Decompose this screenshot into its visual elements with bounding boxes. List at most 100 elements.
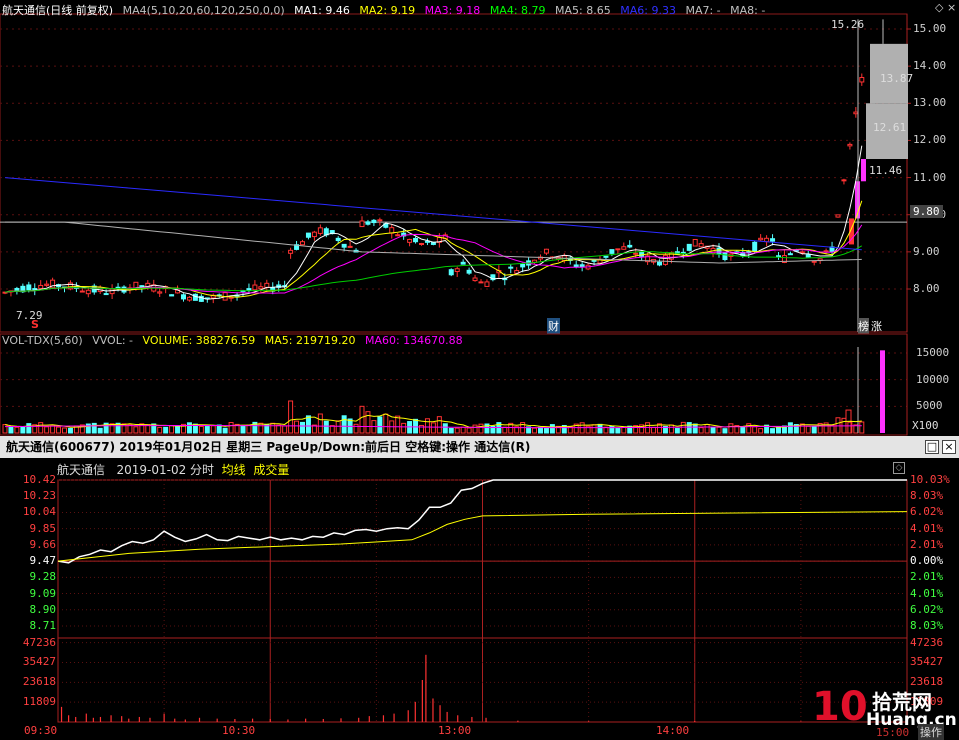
volume-bar	[329, 425, 335, 434]
candle-body	[252, 284, 258, 291]
candle-body	[38, 284, 44, 289]
kline-y-tick: 15.00	[913, 22, 947, 35]
kline-y-tick: 8.00	[913, 282, 940, 295]
volume-bar	[740, 425, 746, 434]
operate-label[interactable]: 操作	[918, 724, 944, 740]
candle-body	[615, 248, 621, 251]
kline-chart[interactable]	[0, 0, 959, 333]
candle-body	[758, 237, 764, 241]
candle-body	[14, 287, 20, 291]
volume-bar	[621, 426, 627, 434]
ma6-line	[4, 177, 862, 251]
intraday-settings-icon[interactable]: ◇	[893, 462, 905, 474]
candle-body	[692, 238, 698, 247]
volume-bar	[478, 423, 484, 434]
ma1-label: MA1: 9.46	[294, 4, 350, 17]
volume-bar	[448, 427, 454, 434]
maximize-button[interactable]: □	[925, 440, 939, 454]
volume-bar	[686, 422, 692, 434]
intraday-pct-tick: 0.00%	[910, 554, 944, 568]
candle-body	[460, 261, 466, 265]
intraday-pct-tick: 6.02%	[910, 505, 944, 519]
candle-body	[26, 284, 32, 291]
intraday-date: 2019-01-02 分时	[116, 463, 215, 477]
volume-bar	[722, 428, 728, 434]
volume-bar	[597, 423, 603, 434]
ma7-label: MA7: -	[685, 4, 721, 17]
intraday-pct-tick: 10.03%	[910, 473, 950, 486]
candle-body	[472, 277, 478, 282]
volume-bar	[270, 422, 276, 434]
candle-body	[859, 77, 865, 83]
volume-bar	[615, 427, 621, 434]
annotation-1261: 12.61	[873, 121, 907, 134]
intraday-pct-tick: 4.01%	[910, 586, 944, 600]
candle-body	[305, 232, 311, 238]
volume-bar	[186, 422, 192, 434]
volume-bar	[300, 421, 305, 434]
volume-bar	[538, 426, 543, 434]
ma4-label: MA4: 8.79	[489, 4, 546, 17]
kline-y-tick: 12.00	[913, 133, 947, 147]
ma5-label: MA5: 8.65	[555, 4, 611, 17]
volume-bar	[543, 427, 549, 434]
volume-bar	[549, 424, 555, 434]
volume-toggle-label[interactable]: 成交量	[253, 463, 289, 477]
volume-chart[interactable]	[0, 333, 959, 437]
close-button[interactable]: ×	[942, 440, 956, 454]
ma8-label: MA8: -	[730, 4, 766, 17]
high-price-label: 15.26	[831, 18, 865, 31]
candle-body	[181, 294, 186, 300]
marker-cai: 财	[547, 318, 560, 334]
candle-body	[311, 231, 317, 238]
intraday-vol-tick-right: 47236	[910, 635, 944, 649]
kline-y-tick: 11.00	[913, 170, 947, 184]
volume-bar	[454, 427, 460, 434]
candle-body	[770, 238, 776, 242]
volume-bar	[395, 415, 401, 434]
candle-body	[847, 143, 853, 147]
candle-body	[466, 269, 472, 274]
candle-body	[377, 219, 383, 222]
volume-bar	[91, 422, 97, 434]
volume-bar	[710, 426, 716, 434]
kline-y-tick: 14.00	[913, 59, 947, 73]
volume-bar	[466, 427, 472, 434]
kline-legend: 航天通信(日线 前复权) MA4(5,10,20,60,120,250,0,0)…	[2, 2, 771, 18]
volume-bar	[38, 422, 44, 434]
candle-body	[407, 238, 413, 243]
candle-body	[246, 288, 252, 291]
candle-body	[686, 243, 692, 251]
candle-body	[264, 282, 270, 288]
candle-body	[603, 255, 609, 258]
intraday-price-tick: 8.71	[29, 619, 57, 632]
ma-params: MA4(5,10,20,60,120,250,0,0)	[122, 4, 285, 17]
volume-bar	[698, 427, 704, 434]
candle-body	[109, 288, 115, 295]
candle-body	[591, 259, 597, 262]
candle-body	[835, 214, 841, 218]
intraday-pct-tick: 2.01%	[910, 570, 944, 584]
intraday-vol-tick-left: 23618	[22, 675, 56, 689]
candle-body	[419, 243, 424, 246]
intraday-pct-tick: 8.03%	[910, 489, 944, 503]
volume-bar	[472, 424, 478, 434]
annotation-1146: 11.46	[869, 164, 903, 177]
time-1500: 15:00	[876, 726, 910, 739]
intraday-time-tick: 09:30	[24, 724, 58, 737]
candle-body	[484, 281, 490, 287]
volume-bar	[704, 424, 710, 434]
volume-bar	[430, 422, 436, 434]
candle-body	[288, 249, 294, 254]
volume-bar	[805, 425, 811, 434]
volume-bar	[282, 425, 288, 434]
candle-body	[609, 249, 615, 254]
volume-bar	[317, 413, 323, 434]
volume-bar	[157, 426, 163, 434]
volume-bar	[97, 427, 103, 434]
volume-bar	[401, 422, 407, 434]
volume-bar	[502, 426, 508, 434]
collapse-icon[interactable]: ◇ ×	[935, 1, 956, 14]
volume-bar	[341, 415, 347, 434]
intraday-vol-tick-left: 47236	[22, 635, 56, 649]
